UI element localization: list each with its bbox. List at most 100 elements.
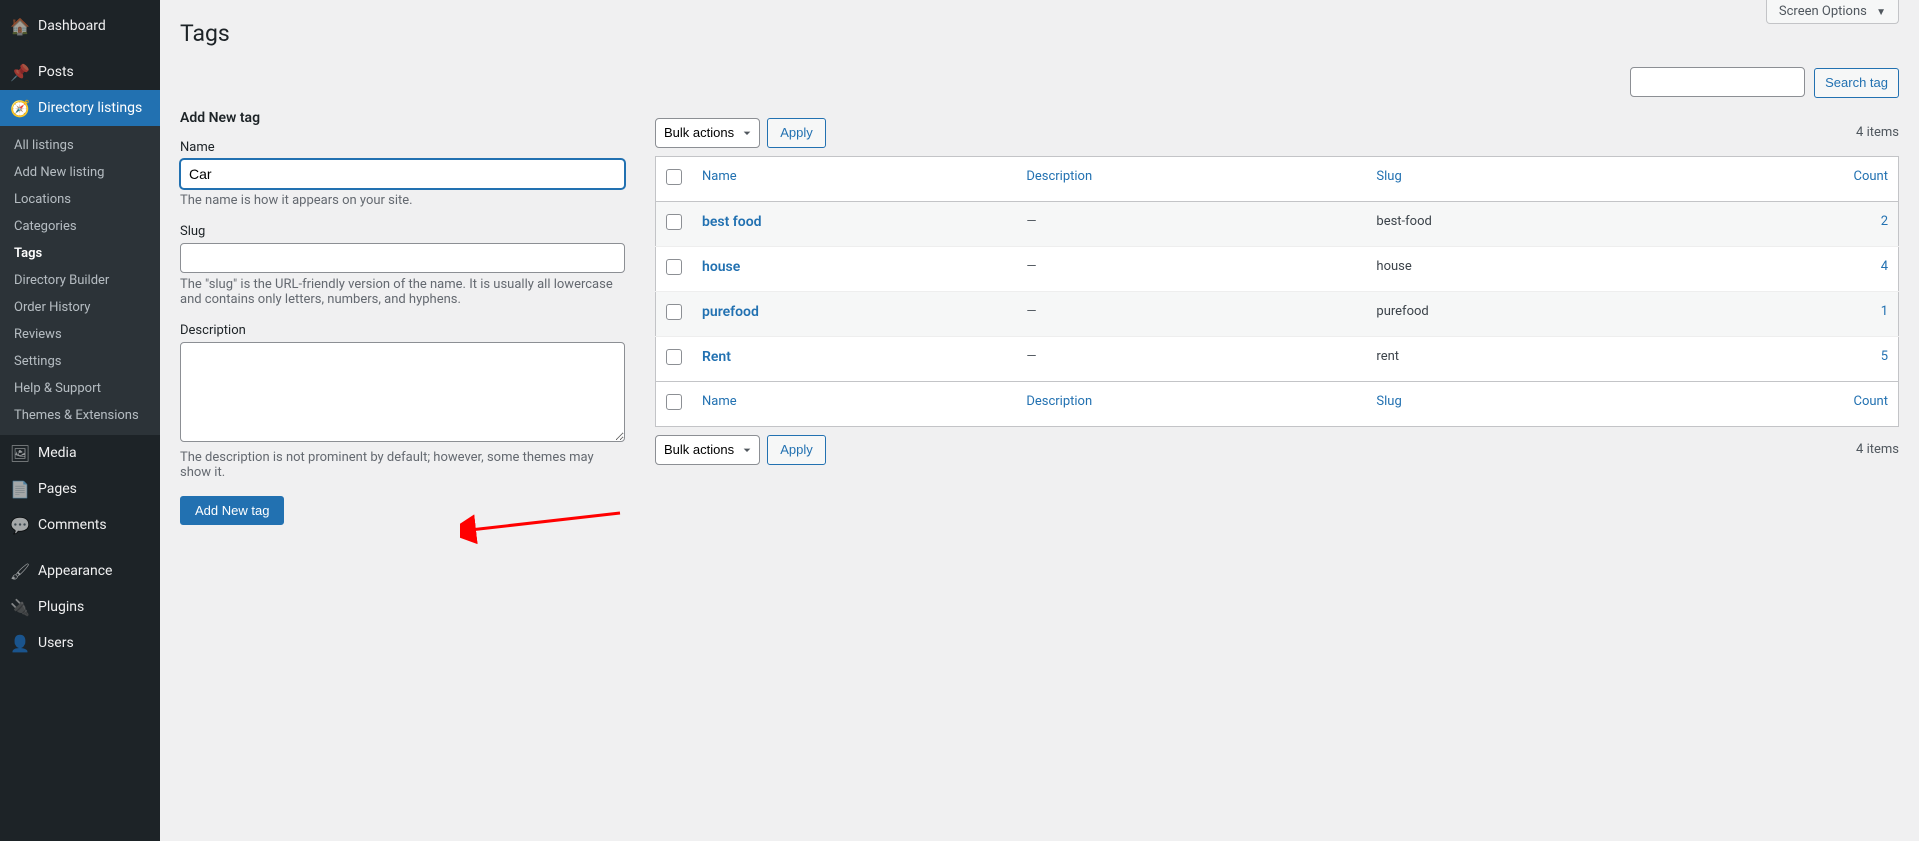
name-help: The name is how it appears on your site. bbox=[180, 193, 625, 208]
tag-count[interactable]: 2 bbox=[1674, 201, 1898, 246]
sidebar-item-comments[interactable]: 💬 Comments bbox=[0, 507, 160, 543]
submenu-all-listings[interactable]: All listings bbox=[0, 132, 160, 159]
sidebar-item-posts[interactable]: 📌 Posts bbox=[0, 54, 160, 90]
main-content: Screen Options ▼ Tags Search tag Add New… bbox=[160, 0, 1919, 841]
appearance-icon: 🖌 bbox=[10, 561, 30, 581]
col-count-header[interactable]: Count bbox=[1674, 156, 1898, 201]
submenu-locations[interactable]: Locations bbox=[0, 186, 160, 213]
slug-input[interactable] bbox=[180, 243, 625, 273]
row-checkbox[interactable] bbox=[666, 304, 682, 320]
tag-name-link[interactable]: purefood bbox=[702, 304, 759, 320]
screen-options-toggle[interactable]: Screen Options ▼ bbox=[1766, 0, 1899, 24]
tag-name-link[interactable]: Rent bbox=[702, 349, 731, 365]
col-slug-header[interactable]: Slug bbox=[1366, 156, 1674, 201]
tag-slug: house bbox=[1366, 246, 1674, 291]
tag-count[interactable]: 5 bbox=[1674, 336, 1898, 381]
sidebar-item-users[interactable]: 👤 Users bbox=[0, 625, 160, 661]
pages-icon: 📄 bbox=[10, 479, 30, 499]
table-row: Rent —rent5 bbox=[656, 336, 1899, 381]
add-tag-form: Add New tag Name The name is how it appe… bbox=[180, 110, 625, 525]
row-checkbox[interactable] bbox=[666, 214, 682, 230]
submenu-directory-builder[interactable]: Directory Builder bbox=[0, 267, 160, 294]
tag-slug: rent bbox=[1366, 336, 1674, 381]
tag-description: — bbox=[1016, 336, 1366, 381]
sidebar-item-label: Dashboard bbox=[38, 18, 106, 34]
tablenav-bottom: Bulk actions Apply 4 items bbox=[655, 435, 1899, 465]
submenu-settings[interactable]: Settings bbox=[0, 348, 160, 375]
tablenav-top: Bulk actions Apply 4 items bbox=[655, 118, 1899, 148]
tags-list-panel: Bulk actions Apply 4 items Name Descript… bbox=[655, 110, 1899, 525]
col-description-header[interactable]: Description bbox=[1016, 156, 1366, 201]
col-count-footer[interactable]: Count bbox=[1674, 381, 1898, 426]
col-slug-footer[interactable]: Slug bbox=[1366, 381, 1674, 426]
slug-help: The "slug" is the URL-friendly version o… bbox=[180, 277, 625, 307]
add-new-tag-button[interactable]: Add New tag bbox=[180, 496, 284, 525]
sidebar-item-directory-listings[interactable]: 🧭 Directory listings bbox=[0, 90, 160, 126]
submenu-themes-extensions[interactable]: Themes & Extensions bbox=[0, 402, 160, 429]
submenu-add-new-listing[interactable]: Add New listing bbox=[0, 159, 160, 186]
table-row: purefood—purefood1 bbox=[656, 291, 1899, 336]
tag-description: — bbox=[1016, 201, 1366, 246]
apply-button-top[interactable]: Apply bbox=[767, 118, 826, 148]
slug-field-group: Slug The "slug" is the URL-friendly vers… bbox=[180, 224, 625, 307]
sidebar-item-label: Posts bbox=[38, 64, 74, 80]
submenu-help-support[interactable]: Help & Support bbox=[0, 375, 160, 402]
dashboard-icon: 🏠 bbox=[10, 16, 30, 36]
form-heading: Add New tag bbox=[180, 110, 625, 126]
select-all-footer bbox=[656, 381, 693, 426]
search-tag-button[interactable]: Search tag bbox=[1814, 68, 1899, 98]
admin-sidebar: 🏠 Dashboard 📌 Posts 🧭 Directory listings… bbox=[0, 0, 160, 841]
submenu-tags[interactable]: Tags bbox=[0, 240, 160, 267]
sidebar-item-label: Pages bbox=[38, 481, 77, 497]
search-input[interactable] bbox=[1630, 67, 1805, 97]
media-icon: 🖼 bbox=[10, 443, 30, 463]
sidebar-item-label: Plugins bbox=[38, 599, 84, 615]
tag-slug: purefood bbox=[1366, 291, 1674, 336]
row-checkbox[interactable] bbox=[666, 259, 682, 275]
chevron-down-icon: ▼ bbox=[1876, 7, 1886, 18]
sidebar-item-appearance[interactable]: 🖌 Appearance bbox=[0, 553, 160, 589]
tag-description: — bbox=[1016, 291, 1366, 336]
submenu-order-history[interactable]: Order History bbox=[0, 294, 160, 321]
sidebar-item-label: Users bbox=[38, 635, 74, 651]
search-row: Search tag bbox=[180, 67, 1899, 98]
select-all-checkbox-bottom[interactable] bbox=[666, 394, 682, 410]
tags-table: Name Description Slug Count best food—be… bbox=[655, 156, 1899, 427]
compass-icon: 🧭 bbox=[10, 98, 30, 118]
name-label: Name bbox=[180, 140, 625, 155]
bulk-actions-select-top[interactable]: Bulk actions bbox=[655, 118, 760, 148]
tag-slug: best-food bbox=[1366, 201, 1674, 246]
sidebar-item-media[interactable]: 🖼 Media bbox=[0, 435, 160, 471]
tag-name-link[interactable]: house bbox=[702, 259, 740, 275]
table-row: house—house4 bbox=[656, 246, 1899, 291]
sidebar-item-label: Directory listings bbox=[38, 100, 142, 116]
pin-icon: 📌 bbox=[10, 62, 30, 82]
col-description-footer[interactable]: Description bbox=[1016, 381, 1366, 426]
tag-count[interactable]: 4 bbox=[1674, 246, 1898, 291]
tag-description: — bbox=[1016, 246, 1366, 291]
apply-button-bottom[interactable]: Apply bbox=[767, 435, 826, 465]
sidebar-item-label: Comments bbox=[38, 517, 107, 533]
sidebar-item-dashboard[interactable]: 🏠 Dashboard bbox=[0, 8, 160, 44]
description-help: The description is not prominent by defa… bbox=[180, 450, 625, 480]
comments-icon: 💬 bbox=[10, 515, 30, 535]
name-input[interactable] bbox=[180, 159, 625, 189]
select-all-checkbox-top[interactable] bbox=[666, 169, 682, 185]
sidebar-item-label: Appearance bbox=[38, 563, 112, 579]
tag-name-link[interactable]: best food bbox=[702, 214, 762, 230]
row-checkbox[interactable] bbox=[666, 349, 682, 365]
screen-options-label: Screen Options bbox=[1779, 4, 1867, 19]
table-row: best food —best-food2 bbox=[656, 201, 1899, 246]
slug-label: Slug bbox=[180, 224, 625, 239]
page-title: Tags bbox=[180, 20, 1899, 47]
description-textarea[interactable] bbox=[180, 342, 625, 442]
bulk-actions-select-bottom[interactable]: Bulk actions bbox=[655, 435, 760, 465]
tag-count[interactable]: 1 bbox=[1674, 291, 1898, 336]
submenu-reviews[interactable]: Reviews bbox=[0, 321, 160, 348]
submenu-categories[interactable]: Categories bbox=[0, 213, 160, 240]
sidebar-item-pages[interactable]: 📄 Pages bbox=[0, 471, 160, 507]
col-name-header[interactable]: Name bbox=[692, 156, 1016, 201]
col-name-footer[interactable]: Name bbox=[692, 381, 1016, 426]
users-icon: 👤 bbox=[10, 633, 30, 653]
sidebar-item-plugins[interactable]: 🔌 Plugins bbox=[0, 589, 160, 625]
